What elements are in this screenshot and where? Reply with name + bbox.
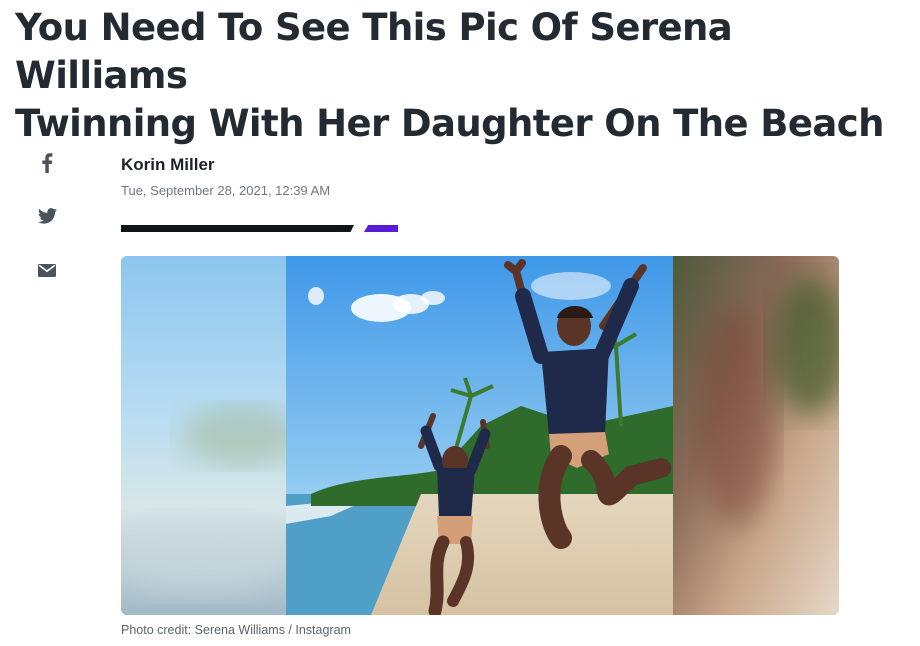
photo-caption: Photo credit: Serena Williams / Instagra…: [121, 623, 351, 637]
twitter-icon: [37, 208, 57, 224]
publish-date: Tue, September 28, 2021, 12:39 AM: [121, 183, 331, 198]
headline-line-2: Twinning With Her Daughter On The Beach: [15, 102, 884, 145]
article-photo[interactable]: [121, 256, 839, 615]
share-twitter-button[interactable]: [34, 203, 60, 229]
facebook-icon: [42, 153, 53, 173]
share-email-button[interactable]: [34, 257, 60, 283]
accent-rule: [364, 225, 398, 232]
divider-rule: [121, 225, 354, 232]
article-headline: You Need To See This Pic Of Serena Willi…: [15, 4, 905, 148]
share-facebook-button[interactable]: [34, 150, 60, 176]
email-icon: [38, 263, 56, 277]
beach-photo-image: [121, 256, 839, 615]
headline-line-1: You Need To See This Pic Of Serena Willi…: [15, 6, 733, 97]
author-name[interactable]: Korin Miller: [121, 155, 215, 175]
